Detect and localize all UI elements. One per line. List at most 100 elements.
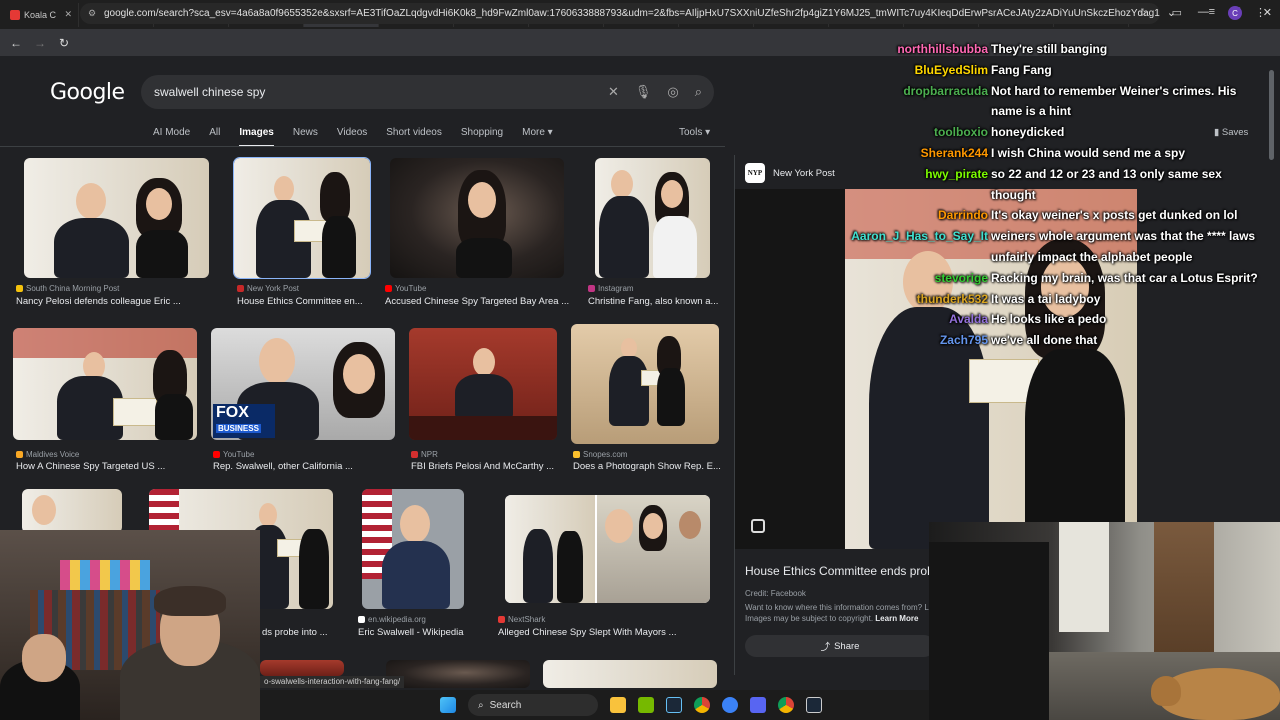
source-label: Instagram [598, 284, 634, 293]
result-source-4[interactable]: Instagram [588, 284, 634, 293]
result-image-15[interactable] [543, 660, 717, 688]
result-title-8[interactable]: Does a Photograph Show Rep. E... [573, 461, 723, 472]
sidebar-icon[interactable]: ▭ [1172, 6, 1182, 19]
minimize-icon[interactable]: — [1198, 6, 1209, 19]
reload-icon[interactable]: ↻ [52, 36, 76, 50]
search-tab[interactable]: Videos [337, 127, 367, 147]
taskbar-search[interactable]: ⌕ Search [468, 694, 598, 716]
search-tab[interactable]: All [209, 127, 220, 147]
result-title-11[interactable]: Alleged Chinese Spy Slept With Mayors ..… [498, 627, 698, 638]
fox-logo-subtext: BUSINESS [216, 424, 261, 433]
browser-tab[interactable]: Koala C ✕ [4, 2, 79, 27]
forward-icon[interactable]: → [28, 36, 52, 50]
result-source-7[interactable]: NPR [411, 450, 438, 459]
nvidia-icon[interactable] [638, 697, 654, 713]
chat-username: toolboxio [934, 125, 988, 140]
result-title-3[interactable]: Accused Chinese Spy Targeted Bay Area ..… [385, 296, 575, 307]
tab-label: Koala C [24, 9, 57, 20]
result-source-8[interactable]: Snopes.com [573, 450, 627, 459]
result-image-3[interactable] [390, 158, 564, 278]
result-title-9[interactable]: ds probe into ... [262, 627, 342, 638]
result-image-2[interactable] [233, 157, 371, 279]
profile-avatar[interactable]: C [1228, 6, 1242, 20]
man-face [274, 176, 294, 202]
result-title-2[interactable]: House Ethics Committee en... [237, 296, 370, 307]
result-image-11[interactable] [362, 489, 464, 609]
tab-favicon-icon [10, 9, 20, 20]
result-source-5[interactable]: Maldives Voice [16, 450, 79, 459]
microphone-icon[interactable]: 🎙 [635, 84, 652, 100]
chat-username: hwy_pirate [925, 166, 988, 181]
man-face [32, 495, 56, 525]
preview-source[interactable]: NYP New York Post [745, 163, 835, 183]
search-input[interactable]: swalwell chinese spy ✕ 🎙 ◎ ⌕ [141, 75, 714, 109]
result-image-1[interactable] [24, 158, 209, 278]
saves-button[interactable]: ▮ Saves [1214, 127, 1248, 138]
search-tab[interactable]: More ▾ [522, 127, 553, 147]
search-tab[interactable]: Shopping [461, 127, 503, 147]
result-image-9[interactable] [22, 489, 122, 533]
discord-icon[interactable] [750, 697, 766, 713]
search-tab[interactable]: News [293, 127, 318, 147]
result-source-2[interactable]: New York Post [237, 284, 299, 293]
chat-username: Zach795 [939, 333, 988, 348]
result-image-5[interactable] [13, 328, 197, 440]
result-source-11[interactable]: NextShark [498, 615, 545, 624]
windows-start-icon[interactable] [440, 697, 456, 713]
result-title-7[interactable]: FBI Briefs Pelosi And McCarthy ... [411, 461, 561, 472]
bookmark-star-icon[interactable]: ☆ [1138, 6, 1148, 19]
back-icon[interactable]: ← [4, 36, 28, 50]
site-info-icon[interactable]: ⚙ [88, 8, 96, 19]
scrollbar-thumb[interactable] [1269, 70, 1274, 160]
tab-search-icon[interactable]: ≡ [1209, 6, 1215, 18]
source-label: NextShark [508, 615, 546, 624]
chrome-profile-icon[interactable] [778, 697, 794, 713]
search-tab[interactable]: AI Mode [153, 127, 190, 147]
steam-icon[interactable] [666, 697, 682, 713]
result-title-1[interactable]: Nancy Pelosi defends colleague Eric ... [16, 296, 216, 307]
source-label: YouTube [223, 450, 255, 459]
wooden-door [1154, 522, 1214, 652]
google-logo[interactable]: Google [50, 80, 125, 105]
search-tab[interactable]: Images [239, 127, 274, 147]
man-face [621, 338, 637, 358]
learn-more-link[interactable]: Learn More [875, 614, 918, 623]
result-image-6[interactable]: FOX BUSINESS [211, 328, 395, 440]
address-bar[interactable]: ⚙ google.com/search?sca_esv=4a6a8a0f9655… [80, 3, 1160, 24]
clear-icon[interactable]: ✕ [608, 84, 619, 100]
result-image-13[interactable] [260, 660, 344, 676]
result-image-7[interactable] [409, 328, 557, 440]
search-tab[interactable]: Short videos [386, 127, 442, 147]
share-button[interactable]: ⤴ Share [745, 635, 935, 657]
browser-icon[interactable] [722, 697, 738, 713]
steam-icon-2[interactable] [806, 697, 822, 713]
search-icon[interactable]: ⌕ [695, 84, 702, 100]
result-title-10[interactable]: Eric Swalwell - Wikipedia [358, 627, 488, 638]
result-source-1[interactable]: South China Morning Post [16, 284, 119, 293]
result-image-14[interactable] [386, 660, 530, 688]
result-image-8[interactable] [571, 324, 719, 444]
menu-icon[interactable]: ⋮ [1255, 6, 1266, 19]
lens-search-icon[interactable] [751, 519, 765, 533]
man-suit [609, 356, 649, 426]
result-title-5[interactable]: How A Chinese Spy Targeted US ... [16, 461, 206, 472]
result-title-4[interactable]: Christine Fang, also known a... [588, 296, 718, 307]
preview-title[interactable]: House Ethics Committee ends prol [745, 564, 930, 578]
chat-text: name is a hint [991, 104, 1072, 119]
chrome-icon[interactable] [694, 697, 710, 713]
result-source-3[interactable]: YouTube [385, 284, 426, 293]
man-face [679, 511, 701, 539]
result-title-6[interactable]: Rep. Swalwell, other California ... [213, 461, 403, 472]
webcam-right [929, 522, 1280, 720]
source-label: NPR [421, 450, 438, 459]
result-image-12[interactable] [505, 495, 710, 603]
file-explorer-icon[interactable] [610, 697, 626, 713]
tab-close-icon[interactable]: ✕ [64, 9, 72, 20]
chat-username: Avalda [949, 312, 988, 327]
result-source-6[interactable]: YouTube [213, 450, 254, 459]
result-source-10[interactable]: en.wikipedia.org [358, 615, 426, 624]
lens-icon[interactable]: ◎ [667, 84, 678, 100]
result-image-4[interactable] [595, 158, 710, 278]
tools-button[interactable]: Tools ▾ [679, 127, 710, 138]
chat-text: Racking my brain, was that car a Lotus E… [991, 270, 1258, 285]
